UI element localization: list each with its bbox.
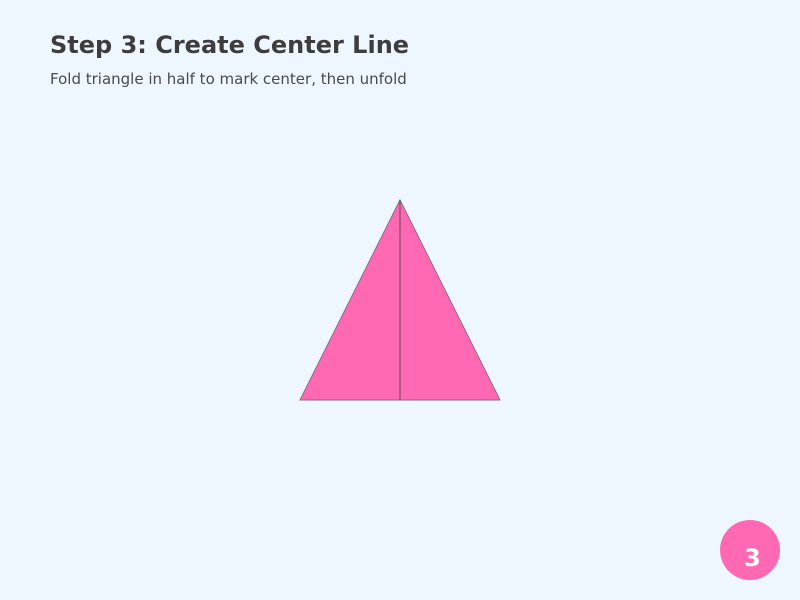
step-number: 3 xyxy=(744,544,761,572)
origami-diagram xyxy=(299,198,501,401)
step-number-badge: 3 xyxy=(720,520,780,580)
